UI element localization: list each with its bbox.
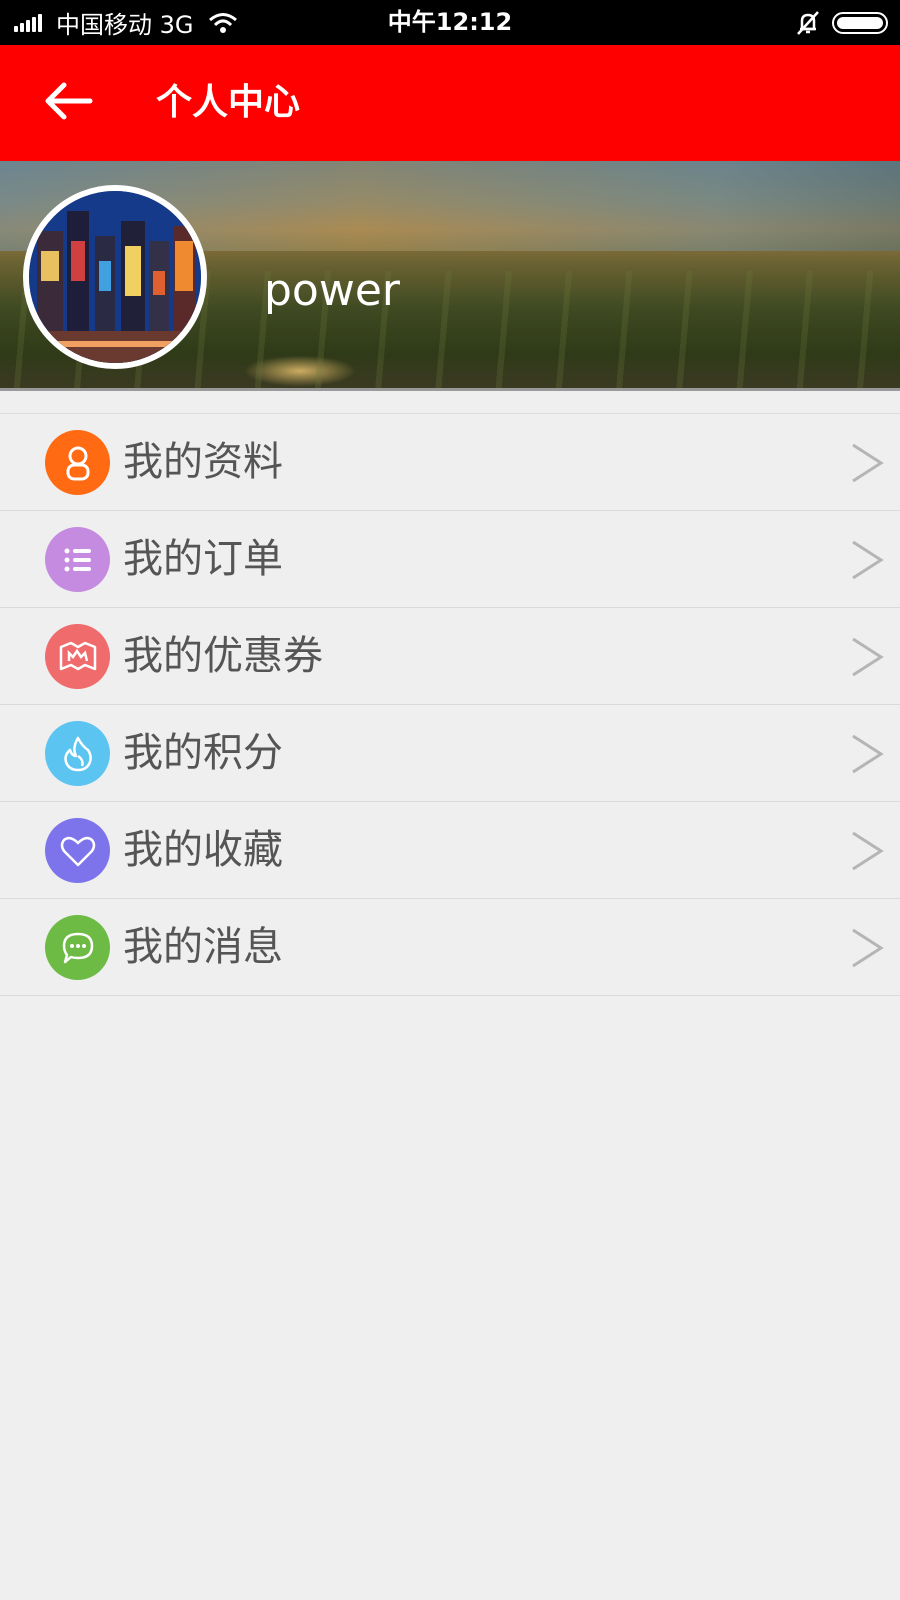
coupon-map-icon	[45, 624, 110, 689]
menu-list: 我的资料 我的订单 我的优惠券 我的积分 我的收藏 我的消息	[0, 413, 900, 996]
status-right	[794, 0, 888, 45]
menu-label: 我的资料	[123, 439, 283, 485]
profile-banner: power	[0, 161, 900, 391]
menu-label: 我的收藏	[123, 827, 283, 873]
list-icon	[45, 527, 110, 592]
page-title: 个人中心	[156, 82, 301, 123]
user-icon	[45, 430, 110, 495]
avatar[interactable]	[23, 185, 207, 369]
menu-item-coupons[interactable]: 我的优惠券	[0, 608, 900, 705]
silent-bell-icon	[797, 10, 819, 35]
menu-item-profile[interactable]: 我的资料	[0, 414, 900, 511]
arrow-left-icon	[45, 82, 93, 120]
status-time: 中午12:12	[387, 8, 513, 36]
menu-item-orders[interactable]: 我的订单	[0, 511, 900, 608]
menu-label: 我的消息	[123, 924, 283, 970]
menu-label: 我的积分	[123, 730, 283, 776]
back-button[interactable]	[40, 75, 96, 131]
chevron-right-icon	[852, 637, 884, 677]
heart-icon	[45, 818, 110, 883]
chevron-right-icon	[852, 831, 884, 871]
flame-icon	[45, 721, 110, 786]
chevron-right-icon	[852, 443, 884, 483]
battery-icon	[832, 11, 888, 34]
username: power	[264, 265, 400, 316]
status-bar: 中国移动 3G 中午12:12	[0, 0, 900, 45]
app-header: 个人中心	[0, 45, 900, 161]
menu-item-points[interactable]: 我的积分	[0, 705, 900, 802]
chevron-right-icon	[852, 928, 884, 968]
chevron-right-icon	[852, 734, 884, 774]
chevron-right-icon	[852, 540, 884, 580]
menu-label: 我的订单	[123, 536, 283, 582]
menu-label: 我的优惠券	[123, 633, 323, 679]
menu-item-messages[interactable]: 我的消息	[0, 899, 900, 996]
avatar-city-image	[29, 191, 201, 363]
menu-item-favorites[interactable]: 我的收藏	[0, 802, 900, 899]
chat-bubble-icon	[45, 915, 110, 980]
